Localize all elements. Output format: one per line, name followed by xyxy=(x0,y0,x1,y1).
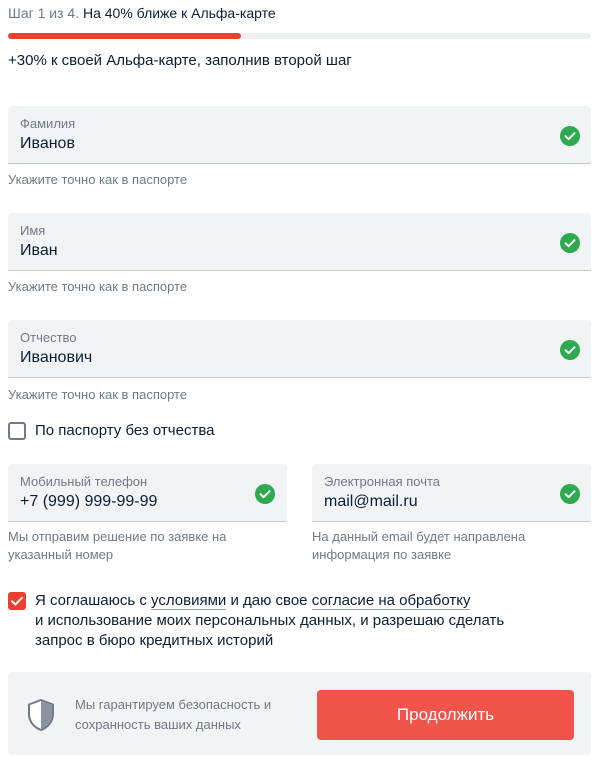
consent-text: Я соглашаюсь с условиями и даю свое согл… xyxy=(35,591,591,651)
email-label: Электронная почта xyxy=(324,474,441,489)
checkmark-icon xyxy=(11,596,23,606)
check-circle-icon xyxy=(560,126,580,146)
progress-bar xyxy=(8,33,591,39)
email-value[interactable]: mail@mail.ru xyxy=(324,493,418,511)
last-name-hint: Укажите точно как в паспорте xyxy=(8,172,188,187)
patronymic-label: Отчество xyxy=(20,330,77,345)
guarantee-line-1: Мы гарантируем безопасность и xyxy=(75,697,272,712)
consent-checkbox[interactable] xyxy=(8,592,26,610)
terms-link[interactable]: условиями xyxy=(151,592,227,610)
progress-bar-fill xyxy=(8,33,242,39)
phone-field[interactable]: Мобильный телефон +7 (999) 999-99-99 xyxy=(8,464,287,522)
last-name-field[interactable]: Фамилия Иванов xyxy=(8,106,591,164)
patronymic-value[interactable]: Иванович xyxy=(20,349,92,367)
data-processing-consent-link[interactable]: согласие на обработку xyxy=(311,592,471,610)
first-name-hint: Укажите точно как в паспорте xyxy=(8,279,188,294)
check-circle-icon xyxy=(560,484,580,504)
patronymic-hint: Укажите точно как в паспорте xyxy=(8,387,188,402)
first-name-field[interactable]: Имя Иван xyxy=(8,213,591,271)
check-circle-icon xyxy=(560,233,580,253)
check-circle-icon xyxy=(255,484,275,504)
first-name-label: Имя xyxy=(20,223,46,238)
step-counter: Шаг 1 из 4. xyxy=(8,5,80,21)
no-patronymic-checkbox[interactable] xyxy=(8,422,26,440)
consent-line-1: Я соглашаюсь с условиями и даю свое согл… xyxy=(35,592,471,610)
phone-hint-line-1: Мы отправим решение по заявке на xyxy=(8,529,227,544)
consent-line-3: запрос в бюро кредитных историй xyxy=(35,632,274,649)
phone-hint-line-2: указанный номер xyxy=(8,547,114,562)
guarantee-line-2: сохранность ваших данных xyxy=(75,717,241,732)
consent-line-2: и использование моих персональных данных… xyxy=(35,612,505,629)
last-name-label: Фамилия xyxy=(20,116,76,131)
step-title: На 40% ближе к Альфа-карте xyxy=(82,5,276,21)
phone-hint: Мы отправим решение по заявке на указанн… xyxy=(8,528,226,564)
shield-icon xyxy=(26,698,56,737)
security-guarantee-text: Мы гарантируем безопасность и сохранност… xyxy=(75,695,271,735)
email-hint-line-2: информация по заявке xyxy=(312,547,452,562)
footer-panel: Мы гарантируем безопасность и сохранност… xyxy=(8,672,591,755)
phone-label: Мобильный телефон xyxy=(20,474,148,489)
patronymic-field[interactable]: Отчество Иванович xyxy=(8,320,591,378)
email-hint: На данный email будет направлена информа… xyxy=(312,528,525,564)
last-name-value[interactable]: Иванов xyxy=(20,135,75,153)
email-field[interactable]: Электронная почта mail@mail.ru xyxy=(312,464,591,522)
bonus-message: +30% к своей Альфа-карте, заполнив второ… xyxy=(8,52,352,69)
first-name-value[interactable]: Иван xyxy=(20,242,58,260)
email-hint-line-1: На данный email будет направлена xyxy=(312,529,526,544)
continue-button[interactable]: Продолжить xyxy=(317,690,574,740)
check-circle-icon xyxy=(560,340,580,360)
no-patronymic-label[interactable]: По паспорту без отчества xyxy=(35,421,214,441)
phone-value[interactable]: +7 (999) 999-99-99 xyxy=(20,493,157,511)
step-indicator: Шаг 1 из 4. На 40% ближе к Альфа-карте xyxy=(8,5,276,21)
